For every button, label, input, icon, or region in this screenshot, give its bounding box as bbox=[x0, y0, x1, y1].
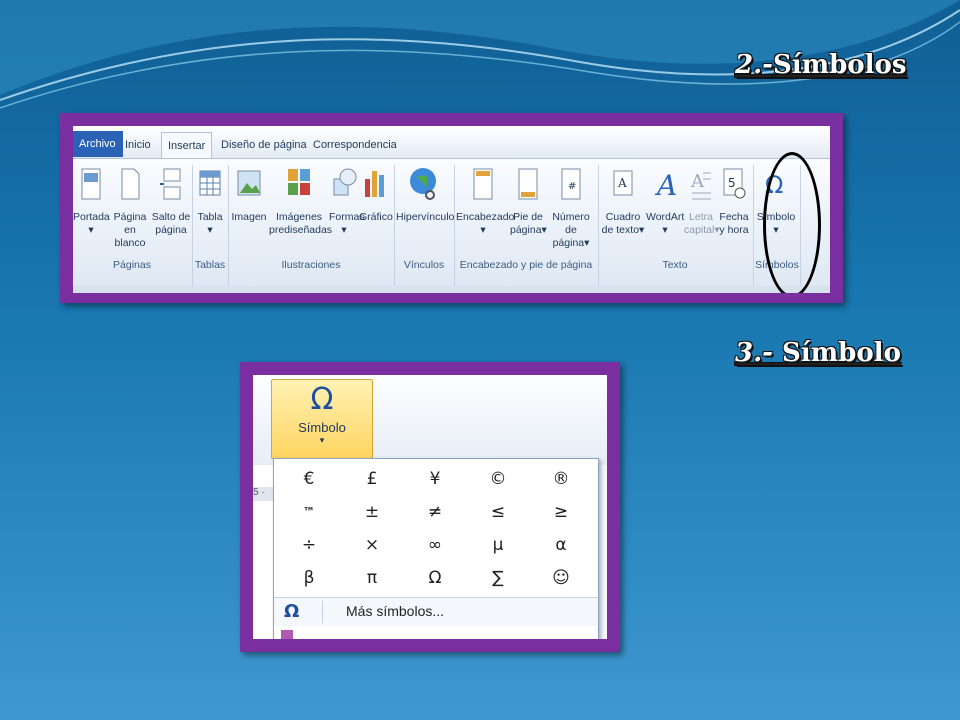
hyperlink-globe-icon bbox=[410, 168, 436, 200]
symbol-cell[interactable]: © bbox=[467, 463, 529, 496]
chevron-down-icon: ▾ bbox=[319, 435, 325, 445]
ribbon-body: Portada ▾ Página en blanco Salto de página … bbox=[73, 158, 830, 293]
symbol-cell[interactable]: € bbox=[278, 463, 340, 496]
tab-insertar[interactable]: Insertar bbox=[161, 132, 213, 159]
cover-page-icon bbox=[81, 168, 101, 200]
group-texto: Texto bbox=[662, 259, 688, 271]
symbol-cell[interactable]: ≤ bbox=[467, 496, 529, 529]
group-separator bbox=[753, 165, 754, 287]
symbol-screenshot-frame: 5 · Ω Símbolo ▾ € £ ¥ © ® ™ ± ≠ ≤ ≥ ÷ × … bbox=[240, 362, 620, 652]
ruler: 5 · bbox=[253, 487, 273, 501]
tab-archivo[interactable]: Archivo bbox=[73, 131, 123, 157]
step2-number: 2.- bbox=[735, 50, 773, 80]
hipervinculo-button[interactable]: Hipervínculo bbox=[396, 165, 454, 224]
numero-pagina-button[interactable]: # Número de página▾ bbox=[546, 165, 596, 250]
symbol-cell[interactable]: × bbox=[341, 529, 403, 562]
header-icon bbox=[473, 168, 493, 200]
picture-icon bbox=[237, 170, 261, 196]
symbol-cell[interactable]: £ bbox=[341, 463, 403, 496]
step3-number: 3.- bbox=[735, 338, 773, 368]
symbol-cell[interactable]: ≠ bbox=[404, 496, 466, 529]
step3-heading: 3.- Símbolo bbox=[735, 338, 901, 368]
letra-capital-button[interactable]: A Letra capital▾ bbox=[684, 165, 720, 237]
symbol-cell[interactable]: ≥ bbox=[530, 496, 592, 529]
svg-text:A: A bbox=[690, 171, 705, 192]
wordart-button[interactable]: A WordArt ▾ bbox=[646, 165, 684, 237]
tab-inicio[interactable]: Inicio bbox=[119, 132, 157, 158]
svg-text:A: A bbox=[617, 176, 627, 190]
step3-label: Símbolo bbox=[782, 338, 901, 368]
table-icon bbox=[199, 170, 221, 196]
symbol-dropdown: € £ ¥ © ® ™ ± ≠ ≤ ≥ ÷ × ∞ µ α β π Ω ∑ ☺ bbox=[273, 458, 599, 639]
step2-label: Símbolos bbox=[772, 50, 907, 80]
symbol-cell[interactable]: π bbox=[341, 562, 403, 595]
ribbon: Archivo Inicio Insertar Diseño de página… bbox=[73, 126, 830, 293]
group-ilustraciones: Ilustraciones bbox=[281, 259, 341, 271]
group-encabezado-pie: Encabezado y pie de página bbox=[459, 259, 593, 271]
symbol-cell[interactable]: ÷ bbox=[278, 529, 340, 562]
group-paginas: Páginas bbox=[113, 259, 151, 271]
symbol-cell[interactable]: α bbox=[530, 529, 592, 562]
ribbon-bottom-bar bbox=[73, 286, 830, 293]
symbol-screenshot: 5 · Ω Símbolo ▾ € £ ¥ © ® ™ ± ≠ ≤ ≥ ÷ × … bbox=[253, 375, 607, 639]
page-break-button[interactable]: Salto de página bbox=[151, 165, 191, 237]
pie-pagina-button[interactable]: Pie de página▾ bbox=[510, 165, 547, 237]
symbol-cell[interactable]: ∞ bbox=[404, 529, 466, 562]
svg-text:5: 5 bbox=[728, 176, 736, 190]
grafico-button[interactable]: Gráfico bbox=[359, 165, 393, 224]
more-symbols-row[interactable]: Ω Más símbolos... bbox=[274, 597, 598, 626]
portada-button[interactable]: Portada ▾ bbox=[73, 165, 110, 237]
omega-icon: Ω bbox=[284, 601, 300, 622]
page-break-icon bbox=[160, 168, 181, 200]
symbol-cell[interactable]: Ω bbox=[404, 562, 466, 595]
symbol-grid: € £ ¥ © ® ™ ± ≠ ≤ ≥ ÷ × ∞ µ α β π Ω ∑ ☺ bbox=[278, 463, 594, 596]
blank-page-icon bbox=[121, 168, 140, 200]
symbol-cell[interactable]: ± bbox=[341, 496, 403, 529]
symbol-cell[interactable]: ∑ bbox=[467, 562, 529, 595]
group-tablas: Tablas bbox=[194, 259, 226, 271]
chart-icon bbox=[365, 171, 384, 197]
menu-separator bbox=[322, 601, 323, 623]
highlight-circle bbox=[763, 152, 821, 293]
shapes-icon bbox=[333, 168, 357, 196]
symbol-cell[interactable]: ¥ bbox=[404, 463, 466, 496]
symbol-cell[interactable]: ☺ bbox=[530, 562, 592, 595]
omega-icon: Ω bbox=[310, 382, 334, 417]
cuadro-texto-button[interactable]: A Cuadro de texto▾ bbox=[600, 165, 646, 237]
document-marker bbox=[281, 630, 293, 639]
text-box-icon: A bbox=[613, 170, 633, 196]
symbol-cell[interactable]: β bbox=[278, 562, 340, 595]
tab-correspondencia[interactable]: Correspondencia bbox=[307, 132, 403, 158]
ribbon-tabs: Archivo Inicio Insertar Diseño de página… bbox=[73, 126, 830, 159]
fecha-hora-button[interactable]: 5 Fecha y hora bbox=[718, 165, 750, 237]
page-number-icon: # bbox=[561, 168, 581, 200]
wordart-icon: A bbox=[654, 169, 676, 202]
clipart-icon bbox=[288, 169, 310, 195]
drop-cap-icon: A bbox=[690, 171, 711, 200]
svg-text:#: # bbox=[568, 181, 576, 192]
group-vinculos: Vínculos bbox=[403, 259, 445, 271]
symbol-cell[interactable]: ® bbox=[530, 463, 592, 496]
clipart-button[interactable]: Imágenes prediseñadas bbox=[269, 165, 332, 237]
imagen-button[interactable]: Imagen bbox=[231, 165, 267, 224]
symbol-cell[interactable]: µ bbox=[467, 529, 529, 562]
simbolo-big-button[interactable]: Ω Símbolo ▾ bbox=[271, 379, 373, 459]
tab-diseno-pagina[interactable]: Diseño de página bbox=[215, 132, 313, 158]
symbol-cell[interactable]: ™ bbox=[278, 496, 340, 529]
tabla-button[interactable]: Tabla ▾ bbox=[194, 165, 226, 237]
formas-button[interactable]: Formas ▾ bbox=[329, 165, 365, 237]
simbolo-label: Símbolo bbox=[298, 420, 346, 435]
ribbon-screenshot-frame: Archivo Inicio Insertar Diseño de página… bbox=[60, 113, 843, 303]
step2-heading: 2.-Símbolos bbox=[735, 50, 906, 80]
footer-icon bbox=[518, 168, 538, 200]
blank-page-button[interactable]: Página en blanco bbox=[109, 165, 151, 250]
more-symbols-label: Más símbolos... bbox=[346, 603, 445, 619]
calendar-icon: 5 bbox=[723, 168, 746, 199]
svg-text:A: A bbox=[654, 169, 676, 202]
encabezado-button[interactable]: Encabezado ▾ bbox=[456, 165, 514, 237]
